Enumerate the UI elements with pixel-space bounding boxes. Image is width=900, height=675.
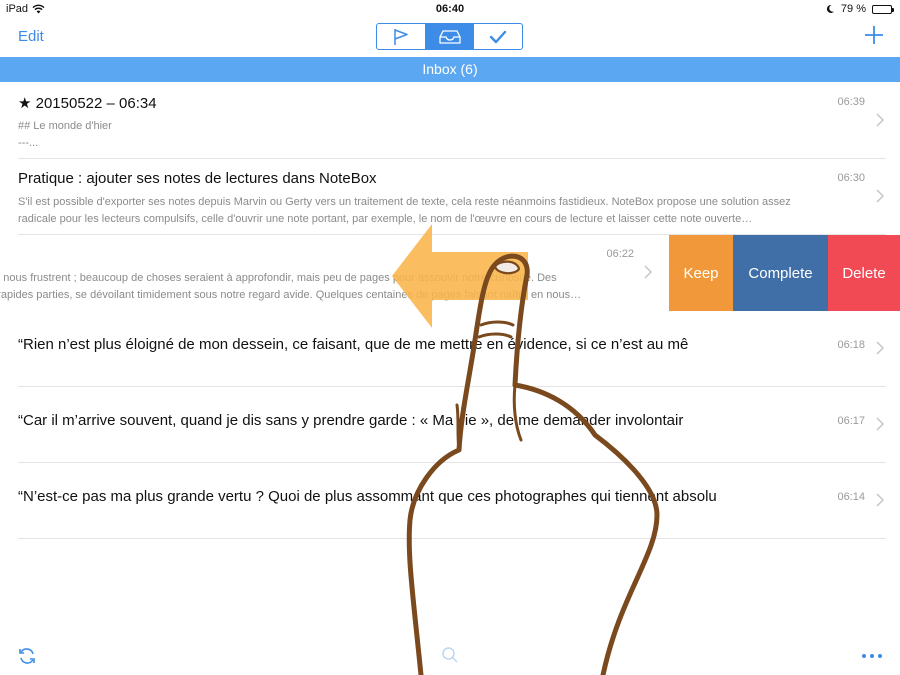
note-title: “Rien n’est plus éloigné de mon dessein,… <box>18 336 689 353</box>
note-preview-line: ge nous frustrent ; beaucoup de choses s… <box>0 272 557 284</box>
note-time: 06:22 <box>606 248 634 260</box>
swiped-row-content[interactable]: 06:22 ge nous frustrent ; beaucoup de ch… <box>0 235 668 311</box>
chevron-right-icon <box>644 265 652 279</box>
edit-button[interactable]: Edit <box>18 28 44 45</box>
note-preview-line: p rapides parties, se dévoilant timideme… <box>0 289 582 301</box>
delete-button[interactable]: Delete <box>828 235 900 311</box>
inbox-tray-icon <box>438 29 461 44</box>
note-title: “N’est-ce pas ma plus grande vertu ? Quo… <box>18 488 717 505</box>
note-preview: S'il est possible d'exporter ses notes d… <box>18 194 838 228</box>
status-bar: iPad 06:40 79 % <box>0 0 900 18</box>
note-preview: ge nous frustrent ; beaucoup de choses s… <box>0 270 633 304</box>
checkmark-icon <box>489 30 507 43</box>
note-time: 06:30 <box>837 172 865 184</box>
note-title: “Car il m’arrive souvent, quand je dis s… <box>18 412 684 429</box>
note-row-swiped[interactable]: 06:22 ge nous frustrent ; beaucoup de ch… <box>0 235 900 311</box>
search-icon[interactable] <box>441 646 459 664</box>
more-icon[interactable] <box>860 652 884 660</box>
keep-button[interactable]: Keep <box>669 235 733 311</box>
note-time: 06:39 <box>837 96 865 108</box>
note-preview-line: ## Le monde d'hier <box>18 120 112 132</box>
bottom-toolbar <box>0 640 900 675</box>
note-row[interactable]: ★ 20150522 – 06:34 06:39 ## Le monde d'h… <box>0 83 900 159</box>
note-row[interactable]: Pratique : ajouter ses notes de lectures… <box>0 159 900 235</box>
status-time: 06:40 <box>435 3 465 15</box>
moon-icon <box>826 4 834 13</box>
segment-completed[interactable] <box>474 24 522 49</box>
note-preview: ## Le monde d'hier ---... <box>18 118 838 152</box>
segment-inbox[interactable] <box>425 24 475 49</box>
note-preview-line: radicale pour les lecteurs compulsifs, c… <box>18 213 753 225</box>
note-time: 06:18 <box>837 339 865 351</box>
battery-percent: 79 % <box>840 3 866 15</box>
note-list: ★ 20150522 – 06:34 06:39 ## Le monde d'h… <box>0 83 900 539</box>
chevron-right-icon <box>876 493 884 507</box>
battery-icon <box>872 4 894 14</box>
note-row[interactable]: “N’est-ce pas ma plus grande vertu ? Quo… <box>0 463 900 539</box>
chevron-right-icon <box>876 189 884 203</box>
note-time: 06:14 <box>837 491 865 503</box>
chevron-right-icon <box>876 113 884 127</box>
segment-flagged[interactable] <box>377 24 426 49</box>
note-title: Pratique : ajouter ses notes de lectures… <box>18 170 377 187</box>
note-title: ★ 20150522 – 06:34 <box>18 95 157 112</box>
row-separator <box>18 538 886 539</box>
filter-segmented-control <box>376 23 523 50</box>
plus-icon[interactable] <box>862 23 886 47</box>
chevron-right-icon <box>876 417 884 431</box>
chevron-right-icon <box>876 341 884 355</box>
note-row[interactable]: “Car il m’arrive souvent, quand je dis s… <box>0 387 900 463</box>
status-right: 79 % <box>825 3 894 15</box>
flag-icon <box>394 28 408 45</box>
nav-bar: Edit <box>0 18 900 56</box>
complete-button[interactable]: Complete <box>733 235 828 311</box>
note-row[interactable]: “Rien n’est plus éloigné de mon dessein,… <box>0 311 900 387</box>
note-time: 06:17 <box>837 415 865 427</box>
inbox-header: Inbox (6) <box>0 57 900 82</box>
note-preview-line: ---... <box>18 137 39 149</box>
note-preview-line: S'il est possible d'exporter ses notes d… <box>18 196 791 208</box>
sync-icon[interactable] <box>17 646 37 666</box>
